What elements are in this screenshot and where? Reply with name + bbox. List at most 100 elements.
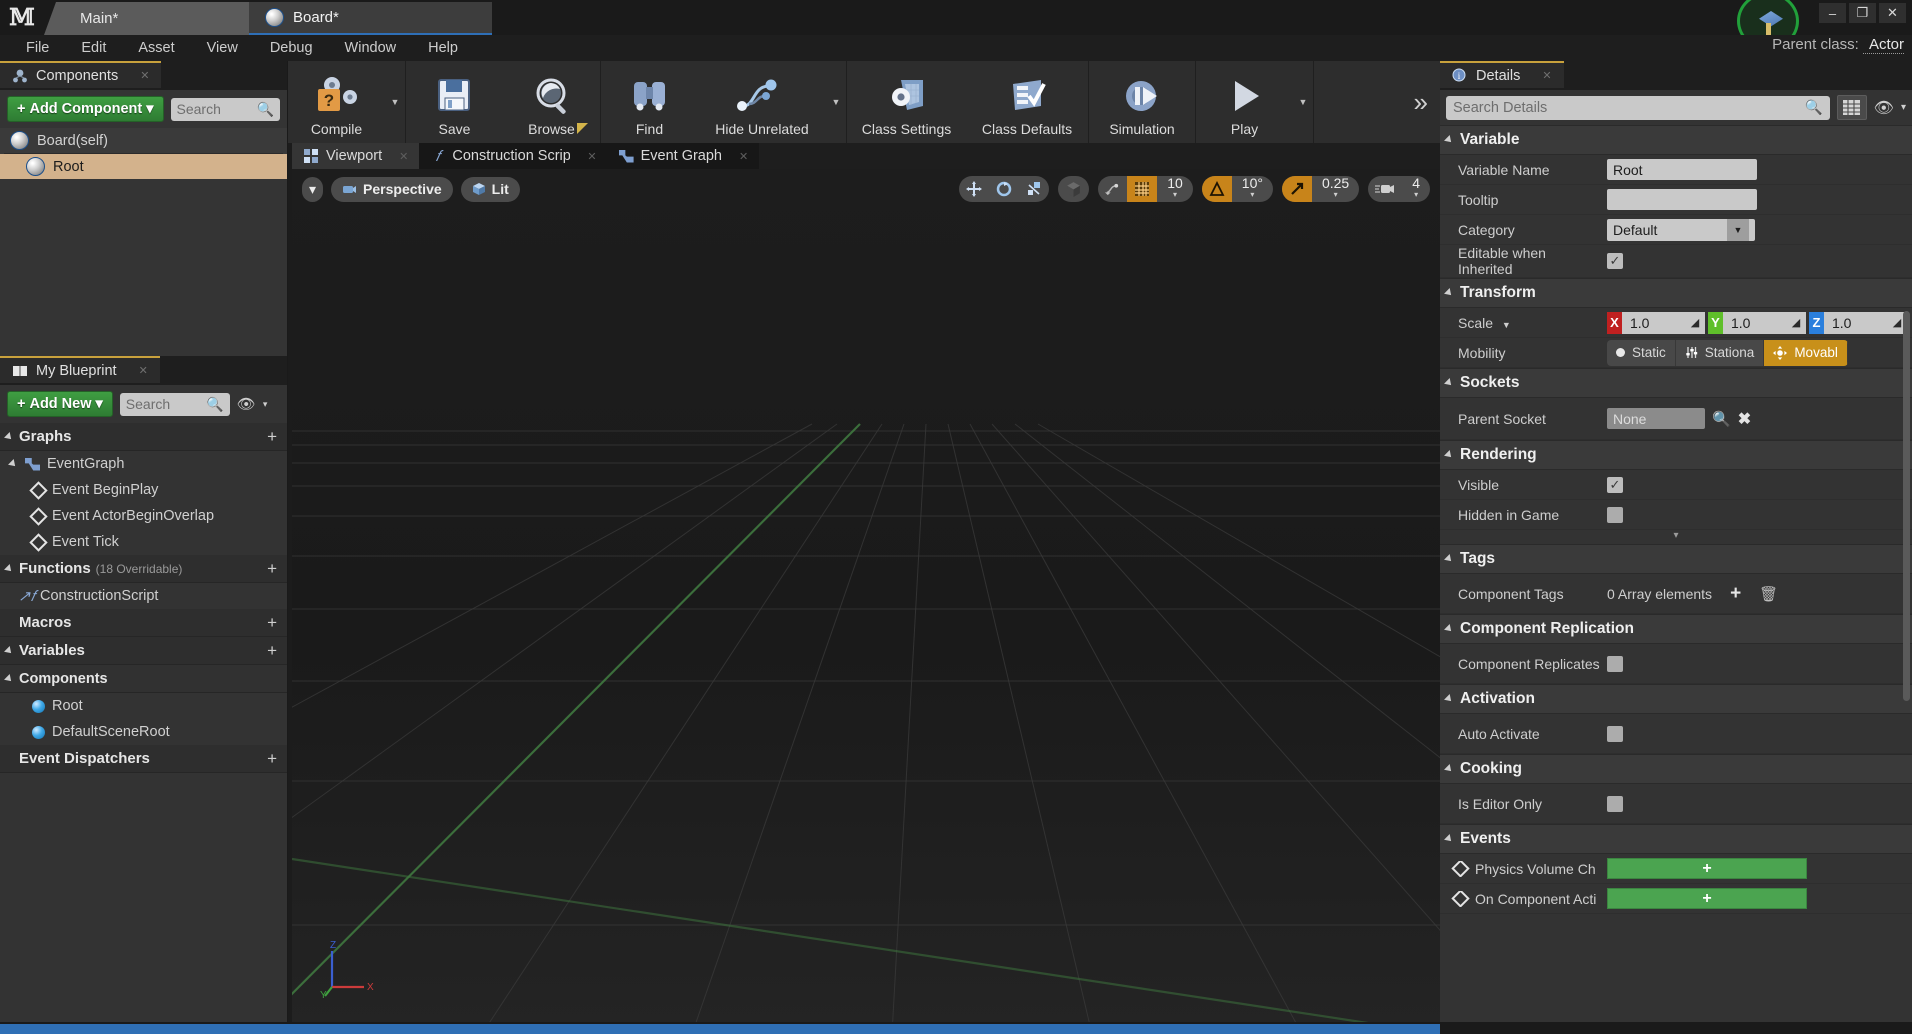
details-section-events[interactable]: Events: [1440, 824, 1912, 854]
window-tab-main[interactable]: Main*: [44, 2, 249, 35]
view-mode-button[interactable]: Perspective: [331, 177, 453, 202]
menu-item-edit[interactable]: Edit: [65, 35, 122, 61]
details-section-rendering[interactable]: Rendering: [1440, 440, 1912, 470]
add-component-button[interactable]: + Add Component ▾: [7, 96, 164, 122]
maximize-button[interactable]: ❐: [1849, 3, 1876, 23]
chevron-down-icon[interactable]: ▼: [1502, 320, 1511, 330]
toolbar-overflow-button[interactable]: »: [1402, 61, 1440, 143]
chevron-down-icon[interactable]: ▾: [1901, 102, 1906, 113]
find-button[interactable]: Find: [601, 61, 698, 143]
tab-my-blueprint[interactable]: My Blueprint ✕: [0, 356, 160, 383]
play-button[interactable]: Play: [1196, 61, 1293, 143]
tab-components[interactable]: Components ✕: [0, 61, 161, 88]
add-macro-button[interactable]: +: [267, 613, 277, 633]
class-defaults-button[interactable]: Class Defaults: [966, 61, 1088, 143]
components-search-input[interactable]: Search 🔍: [171, 98, 280, 121]
details-section-tags[interactable]: Tags: [1440, 544, 1912, 574]
visible-checkbox[interactable]: ✓: [1607, 477, 1623, 493]
close-icon[interactable]: ✕: [587, 150, 596, 163]
eye-icon[interactable]: 👁: [237, 395, 256, 413]
menu-item-window[interactable]: Window: [329, 35, 413, 61]
hide-unrelated-dropdown-caret[interactable]: ▼: [826, 61, 846, 143]
add-physics-volume-changed-event-button[interactable]: +: [1607, 858, 1807, 879]
class-settings-button[interactable]: Class Settings: [847, 61, 966, 143]
grid-view-icon[interactable]: [1837, 95, 1867, 120]
rotate-icon[interactable]: [989, 176, 1019, 202]
play-dropdown-caret[interactable]: ▼: [1293, 61, 1313, 143]
close-icon[interactable]: ✕: [399, 150, 408, 163]
spinner-icon[interactable]: ◢: [1786, 312, 1806, 334]
components-tree-item-board-self[interactable]: Board(self): [0, 128, 287, 153]
compile-button[interactable]: ? Compile: [288, 61, 385, 143]
angle-snap-toggle[interactable]: [1202, 176, 1232, 202]
menu-item-asset[interactable]: Asset: [122, 35, 190, 61]
scale-x-field[interactable]: X 1.0 ◢: [1607, 312, 1705, 334]
simulation-button[interactable]: Simulation: [1089, 61, 1195, 143]
scale-icon[interactable]: [1019, 176, 1049, 202]
parent-class-value[interactable]: Actor: [1863, 36, 1904, 54]
details-section-cooking[interactable]: Cooking: [1440, 754, 1912, 784]
section-header-event-dispatchers[interactable]: Event Dispatchers +: [0, 745, 287, 773]
menu-item-file[interactable]: File: [10, 35, 65, 61]
list-item-event-beginplay[interactable]: Event BeginPlay: [0, 477, 287, 503]
menu-item-view[interactable]: View: [191, 35, 254, 61]
scale-x-input[interactable]: 1.0: [1622, 312, 1685, 334]
viewport-3d[interactable]: ▾ Perspective Lit: [292, 169, 1440, 1034]
camera-speed-icon[interactable]: [1368, 176, 1402, 202]
angle-snap-value[interactable]: 10° ▾: [1232, 176, 1273, 202]
scale-z-field[interactable]: Z 1.0 ◢: [1809, 312, 1907, 334]
x-icon[interactable]: ✖: [1738, 409, 1751, 429]
section-header-graphs[interactable]: Graphs +: [0, 423, 287, 451]
trash-icon[interactable]: 🗑: [1759, 585, 1778, 603]
scale-snap-toggle[interactable]: [1282, 176, 1312, 202]
scale-z-input[interactable]: 1.0: [1824, 312, 1887, 334]
mobility-option-stationary[interactable]: Stationa: [1676, 340, 1765, 366]
details-section-sockets[interactable]: Sockets: [1440, 368, 1912, 398]
hidden-in-game-checkbox[interactable]: ✓: [1607, 507, 1623, 523]
save-button[interactable]: Save: [406, 61, 503, 143]
scale-snap-value[interactable]: 0.25 ▾: [1312, 176, 1359, 202]
component-replicates-checkbox[interactable]: ✓: [1607, 656, 1623, 672]
tab-construction-script[interactable]: 𝑓 Construction Script ✕: [419, 143, 607, 169]
details-search-input[interactable]: Search Details 🔍: [1446, 96, 1830, 120]
window-tab-board[interactable]: Board*: [249, 2, 492, 35]
details-section-component-replication[interactable]: Component Replication: [1440, 614, 1912, 644]
list-item-defaultsceneroot[interactable]: DefaultSceneRoot: [0, 719, 287, 745]
add-event-dispatcher-button[interactable]: +: [267, 749, 277, 769]
magnifier-icon[interactable]: 🔍: [1712, 410, 1731, 428]
close-icon[interactable]: ✕: [140, 69, 149, 82]
surface-snap-icon[interactable]: [1098, 176, 1127, 202]
section-header-components[interactable]: Components: [0, 665, 287, 693]
grid-snap-value[interactable]: 10 ▾: [1157, 176, 1193, 202]
section-header-variables[interactable]: Variables +: [0, 637, 287, 665]
details-section-transform[interactable]: Transform: [1440, 278, 1912, 308]
chevron-down-icon[interactable]: ▾: [263, 399, 268, 410]
eye-icon[interactable]: 👁: [1874, 98, 1894, 118]
section-header-macros[interactable]: Macros +: [0, 609, 287, 637]
close-icon[interactable]: ✕: [139, 364, 148, 377]
variable-name-input[interactable]: Root: [1607, 159, 1757, 180]
section-collapse-caret[interactable]: ▾: [1440, 530, 1912, 544]
section-header-functions[interactable]: Functions (18 Overridable) +: [0, 555, 287, 583]
spinner-icon[interactable]: ◢: [1685, 312, 1705, 334]
editable-when-inherited-checkbox[interactable]: ✓: [1607, 253, 1623, 269]
scale-y-field[interactable]: Y 1.0 ◢: [1708, 312, 1806, 334]
world-cube-icon[interactable]: [1058, 176, 1089, 202]
close-icon[interactable]: ✕: [739, 150, 748, 163]
tab-event-graph[interactable]: Event Graph ✕: [608, 143, 760, 169]
parent-socket-input[interactable]: None: [1607, 408, 1705, 429]
components-tree-item-root[interactable]: Root: [0, 154, 287, 179]
add-new-button[interactable]: + Add New ▾: [7, 391, 113, 417]
menu-item-help[interactable]: Help: [412, 35, 474, 61]
camera-speed-value[interactable]: 4 ▾: [1402, 176, 1430, 202]
mobility-option-movable[interactable]: Movabl: [1764, 340, 1848, 366]
list-item-constructionscript[interactable]: ↗𝑓 ConstructionScript: [0, 583, 287, 609]
add-on-component-activated-event-button[interactable]: +: [1607, 888, 1807, 909]
my-blueprint-search-input[interactable]: Search 🔍: [120, 393, 230, 416]
list-item-root[interactable]: Root: [0, 693, 287, 719]
grid-snap-toggle[interactable]: [1127, 176, 1157, 202]
details-section-activation[interactable]: Activation: [1440, 684, 1912, 714]
mobility-option-static[interactable]: Static: [1607, 340, 1676, 366]
tab-viewport[interactable]: Viewport ✕: [292, 143, 419, 169]
is-editor-only-checkbox[interactable]: ✓: [1607, 796, 1623, 812]
